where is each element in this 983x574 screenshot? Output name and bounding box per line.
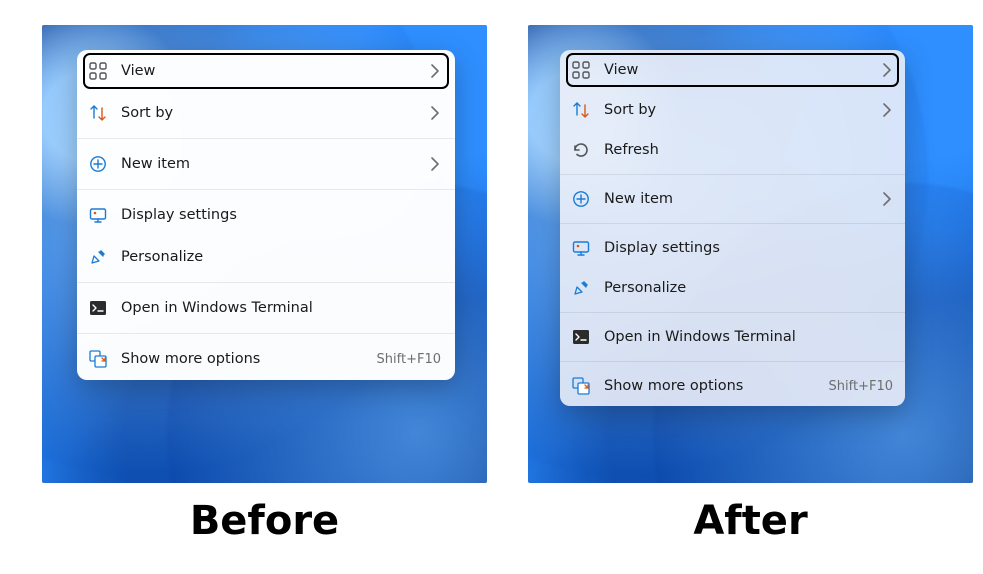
display-icon <box>89 206 107 224</box>
menu-item-label: Refresh <box>604 142 893 158</box>
menu-item-label: View <box>121 63 413 79</box>
menu-item-label: Open in Windows Terminal <box>604 329 893 345</box>
view-icon <box>572 61 590 79</box>
separator <box>560 174 905 175</box>
terminal-icon <box>89 299 107 317</box>
menu-item-sort[interactable]: Sort by <box>560 90 905 130</box>
menu-item-label: Personalize <box>604 280 893 296</box>
menu-item-label: Open in Windows Terminal <box>121 300 441 316</box>
shortcut-hint: Shift+F10 <box>829 379 893 394</box>
chevron-right-icon <box>427 62 441 80</box>
menu-item-label: Sort by <box>604 102 865 118</box>
menu-item-label: New item <box>604 191 865 207</box>
plus-circle-icon <box>572 190 590 208</box>
chevron-right-icon <box>879 61 893 79</box>
more-options-icon <box>572 377 590 395</box>
separator <box>77 282 455 283</box>
menu-item-new[interactable]: New item <box>77 143 455 185</box>
terminal-icon <box>572 328 590 346</box>
chevron-right-icon <box>427 155 441 173</box>
sort-icon <box>572 101 590 119</box>
menu-item-label: Personalize <box>121 249 441 265</box>
before-pane: View Sort by New item Display settings P… <box>42 25 487 483</box>
context-menu-after: View Sort by Refresh New item Display se… <box>560 50 905 406</box>
refresh-icon <box>572 141 590 159</box>
menu-item-label: Show more options <box>604 378 815 394</box>
context-menu-before: View Sort by New item Display settings P… <box>77 50 455 380</box>
plus-circle-icon <box>89 155 107 173</box>
caption-before: Before <box>42 498 487 544</box>
menu-item-personalize[interactable]: Personalize <box>560 268 905 308</box>
separator <box>560 361 905 362</box>
separator <box>77 138 455 139</box>
menu-item-refresh[interactable]: Refresh <box>560 130 905 170</box>
separator <box>560 223 905 224</box>
separator <box>560 312 905 313</box>
display-icon <box>572 239 590 257</box>
menu-item-terminal[interactable]: Open in Windows Terminal <box>560 317 905 357</box>
menu-item-display-settings[interactable]: Display settings <box>560 228 905 268</box>
menu-item-label: View <box>604 62 865 78</box>
menu-item-terminal[interactable]: Open in Windows Terminal <box>77 287 455 329</box>
brush-icon <box>89 248 107 266</box>
menu-item-display-settings[interactable]: Display settings <box>77 194 455 236</box>
more-options-icon <box>89 350 107 368</box>
shortcut-hint: Shift+F10 <box>377 352 441 367</box>
menu-item-view[interactable]: View <box>560 50 905 90</box>
chevron-right-icon <box>879 190 893 208</box>
menu-item-view[interactable]: View <box>77 50 455 92</box>
caption-after: After <box>528 498 973 544</box>
menu-item-more-options[interactable]: Show more options Shift+F10 <box>77 338 455 380</box>
menu-item-sort[interactable]: Sort by <box>77 92 455 134</box>
chevron-right-icon <box>427 104 441 122</box>
menu-item-label: Show more options <box>121 351 363 367</box>
after-pane: View Sort by Refresh New item Display se… <box>528 25 973 483</box>
separator <box>77 333 455 334</box>
menu-item-label: Sort by <box>121 105 413 121</box>
chevron-right-icon <box>879 101 893 119</box>
menu-item-label: Display settings <box>604 240 893 256</box>
brush-icon <box>572 279 590 297</box>
menu-item-label: New item <box>121 156 413 172</box>
view-icon <box>89 62 107 80</box>
sort-icon <box>89 104 107 122</box>
menu-item-new[interactable]: New item <box>560 179 905 219</box>
menu-item-label: Display settings <box>121 207 441 223</box>
separator <box>77 189 455 190</box>
menu-item-more-options[interactable]: Show more options Shift+F10 <box>560 366 905 406</box>
menu-item-personalize[interactable]: Personalize <box>77 236 455 278</box>
